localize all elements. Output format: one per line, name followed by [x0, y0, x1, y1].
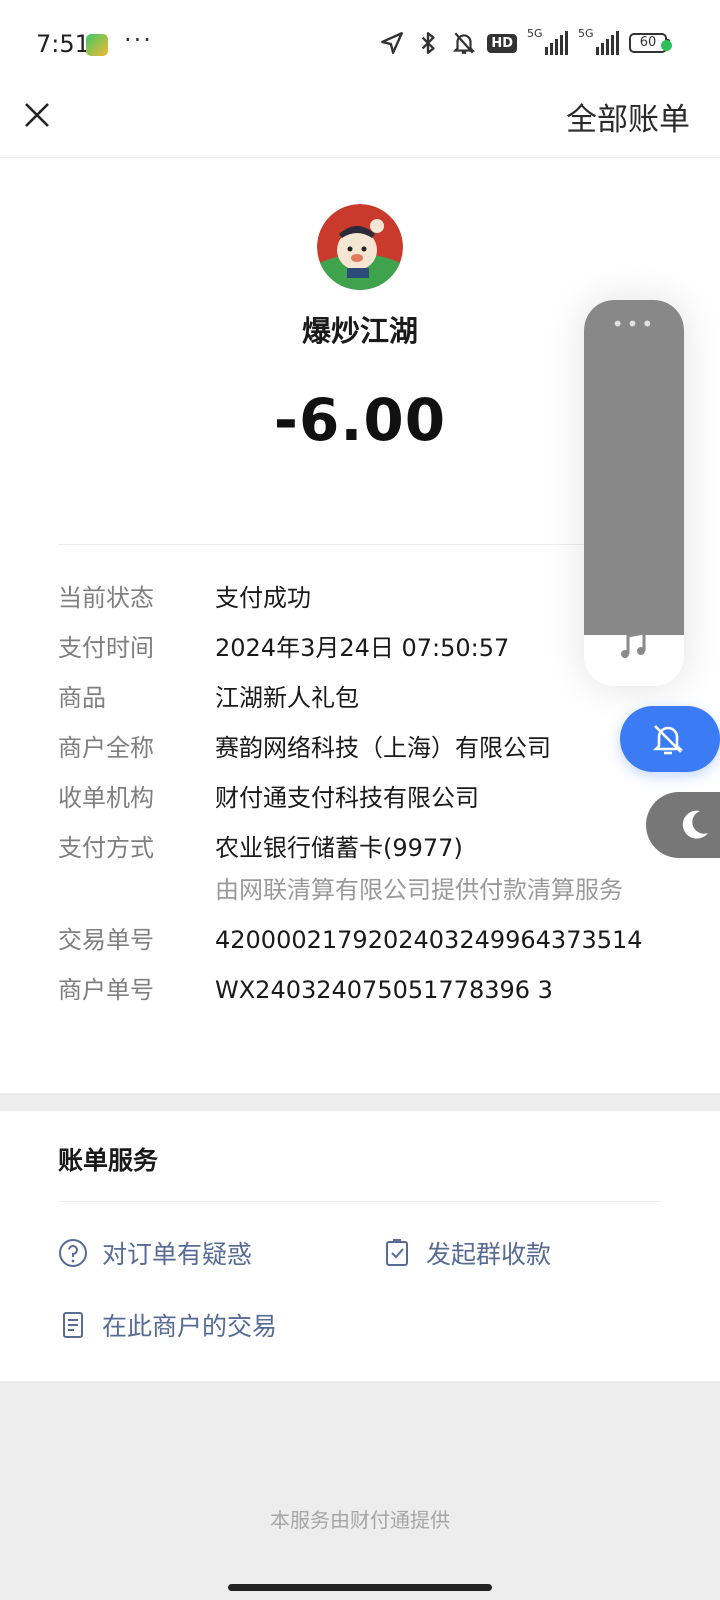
service-label: 在此商户的交易: [102, 1312, 278, 1341]
order-question-button[interactable]: 对订单有疑惑: [58, 1235, 252, 1271]
group-collect-icon: [386, 1239, 408, 1266]
detail-row-merchant-order-id: 商户单号 WX240324075051778396 3: [58, 975, 680, 1005]
mute-icon: [453, 32, 476, 54]
moon-icon: [682, 810, 708, 839]
privacy-indicator-dot: [661, 40, 672, 51]
signal-5g-icon: 5G: [578, 27, 619, 55]
bluetooth-icon: [422, 32, 435, 54]
status-bar: 7:51 ··· HD 5G 5G 60: [0, 0, 720, 92]
clearing-note: 由网联清算有限公司提供付款清算服务: [215, 876, 623, 904]
mute-toggle-button[interactable]: [620, 706, 720, 772]
more-icon[interactable]: •••: [584, 312, 684, 336]
detail-value[interactable]: 4200002179202403249964373514: [215, 925, 643, 955]
detail-label: 当前状态: [58, 584, 154, 612]
clock: 7:51: [36, 30, 90, 58]
service-label: 对订单有疑惑: [102, 1240, 253, 1269]
detail-label: 支付方式: [58, 834, 154, 862]
detail-label: 交易单号: [58, 926, 154, 954]
merchant-avatar: [317, 204, 403, 290]
detail-label: 商户单号: [58, 976, 154, 1004]
title-bar: 全部账单: [0, 92, 720, 158]
bill-services: 账单服务 对订单有疑惑 发起群收款 在此商户的交易: [0, 1111, 720, 1381]
services-title: 账单服务: [58, 1146, 159, 1175]
all-bills-link[interactable]: 全部账单: [566, 94, 690, 139]
detail-row-merchant-full-name: 商户全称 赛韵网络科技（上海）有限公司: [58, 733, 680, 763]
document-list-icon: [63, 1312, 83, 1338]
detail-label: 商户全称: [58, 734, 154, 762]
detail-row-acquirer: 收单机构 财付通支付科技有限公司: [58, 783, 680, 813]
detail-value: 赛韵网络科技（上海）有限公司: [215, 734, 551, 762]
detail-value: 江湖新人礼包: [215, 684, 359, 712]
volume-level-fill: [584, 300, 684, 635]
detail-label: 收单机构: [58, 784, 154, 812]
merchant-transactions-button[interactable]: 在此商户的交易: [58, 1307, 277, 1343]
more-notifications-icon: ···: [124, 26, 153, 54]
volume-slider-panel[interactable]: •••: [584, 300, 684, 686]
detail-value: 2024年3月24日 07:50:57: [215, 634, 510, 662]
music-note-icon: [621, 631, 646, 658]
signal-5g-icon: 5G: [527, 27, 568, 55]
detail-row-payment-method: 支付方式 农业银行储蓄卡(9977) 由网联清算有限公司提供付款清算服务: [58, 833, 680, 905]
detail-value: 支付成功: [215, 584, 311, 612]
hd-icon: HD: [487, 33, 517, 53]
provider-footer: 本服务由财付通提供: [270, 1508, 450, 1532]
detail-row-product: 商品 江湖新人礼包: [58, 683, 680, 713]
group-collect-button[interactable]: 发起群收款: [382, 1235, 551, 1271]
detail-row-transaction-id: 交易单号 4200002179202403249964373514: [58, 925, 680, 955]
detail-label: 支付时间: [58, 634, 154, 662]
app-notification-icon: [86, 34, 108, 56]
detail-value: 财付通支付科技有限公司: [215, 784, 479, 812]
question-circle-icon: [59, 1239, 87, 1267]
service-label: 发起群收款: [426, 1240, 552, 1269]
divider: [58, 1201, 662, 1202]
detail-label: 商品: [58, 684, 106, 712]
close-icon[interactable]: [20, 98, 54, 132]
location-icon: [381, 32, 404, 54]
bell-off-icon: [652, 725, 684, 755]
detail-value: 农业银行储蓄卡(9977): [215, 834, 463, 862]
detail-value[interactable]: WX240324075051778396 3: [215, 975, 553, 1005]
divider: [58, 544, 650, 545]
dark-mode-button[interactable]: [646, 792, 720, 858]
home-indicator[interactable]: [228, 1584, 492, 1591]
